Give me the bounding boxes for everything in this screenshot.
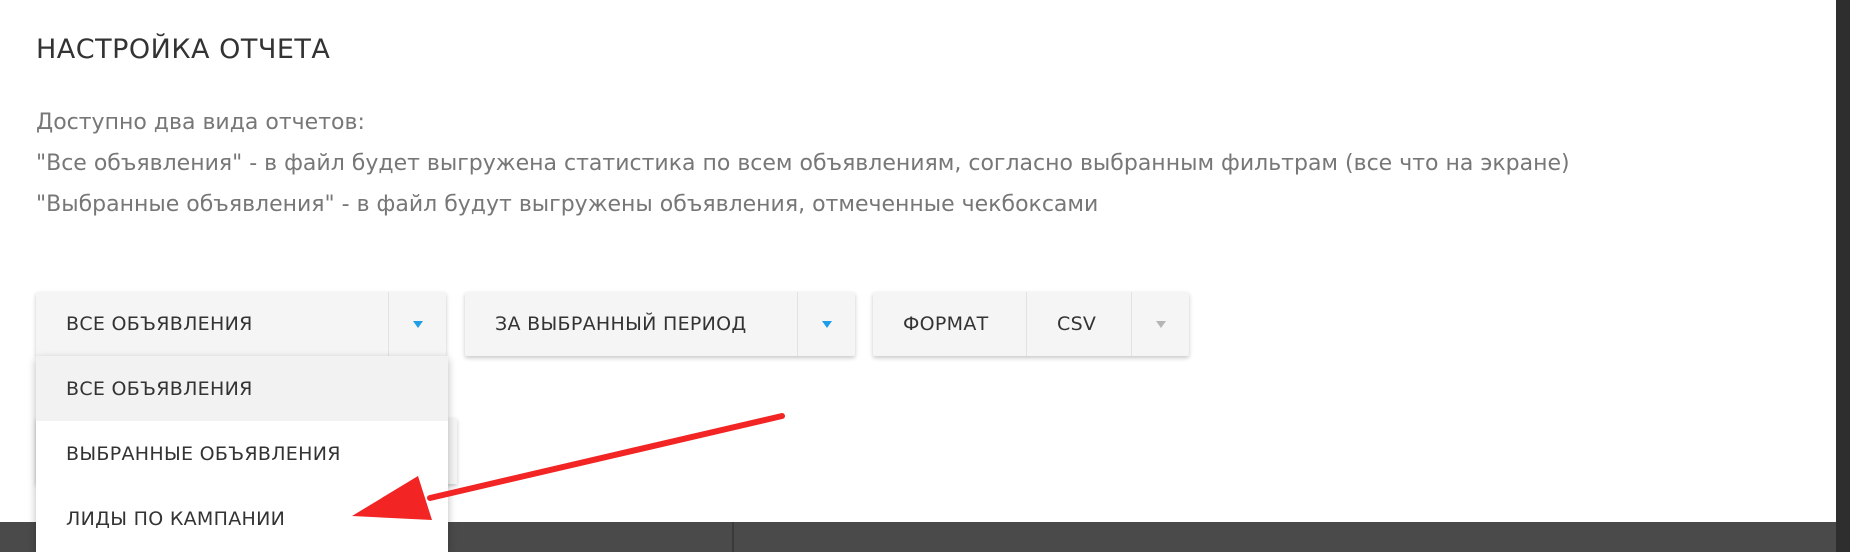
background-divider	[732, 522, 734, 552]
period-select[interactable]: ЗА ВЫБРАННЫЙ ПЕРИОД	[465, 292, 855, 356]
dropdown-item-selected-ads[interactable]: ВЫБРАННЫЕ ОБЪЯВЛЕНИЯ	[36, 421, 448, 486]
triangle-down-icon	[821, 320, 832, 328]
report-type-toggle[interactable]	[388, 292, 446, 356]
dropdown-item-campaign-leads[interactable]: ЛИДЫ ПО КАМПАНИИ	[36, 486, 448, 551]
report-type-dropdown: ВСЕ ОБЪЯВЛЕНИЯ ВЫБРАННЫЕ ОБЪЯВЛЕНИЯ ЛИДЫ…	[36, 356, 448, 552]
dropdown-item-all-ads[interactable]: ВСЕ ОБЪЯВЛЕНИЯ	[36, 356, 448, 421]
description-line: Доступно два вида отчетов:	[36, 110, 365, 135]
period-toggle[interactable]	[797, 292, 855, 356]
modal-title: НАСТРОЙКА ОТЧЕТА	[36, 34, 331, 65]
report-type-value: ВСЕ ОБЪЯВЛЕНИЯ	[66, 313, 253, 335]
description-line: "Все объявления" - в файл будет выгружен…	[36, 151, 1570, 176]
format-toggle[interactable]	[1131, 292, 1189, 356]
description-line: "Выбранные объявления" - в файл будут вы…	[36, 192, 1099, 217]
period-value: ЗА ВЫБРАННЫЙ ПЕРИОД	[495, 313, 747, 335]
report-settings-modal: НАСТРОЙКА ОТЧЕТА Доступно два вида отчет…	[0, 0, 1836, 552]
triangle-down-icon	[412, 320, 423, 328]
format-label: ФОРМАТ	[873, 292, 1027, 356]
format-select[interactable]: ФОРМАТ CSV	[873, 292, 1189, 356]
report-type-select[interactable]: ВСЕ ОБЪЯВЛЕНИЯ	[36, 292, 446, 356]
modal-description: Доступно два вида отчетов: "Все объявлен…	[36, 102, 1570, 225]
background-page-edge	[1836, 0, 1850, 552]
triangle-down-icon	[1155, 320, 1166, 328]
format-value: CSV	[1057, 313, 1097, 335]
page: НАСТРОЙКА ОТЧЕТА Доступно два вида отчет…	[0, 0, 1850, 552]
